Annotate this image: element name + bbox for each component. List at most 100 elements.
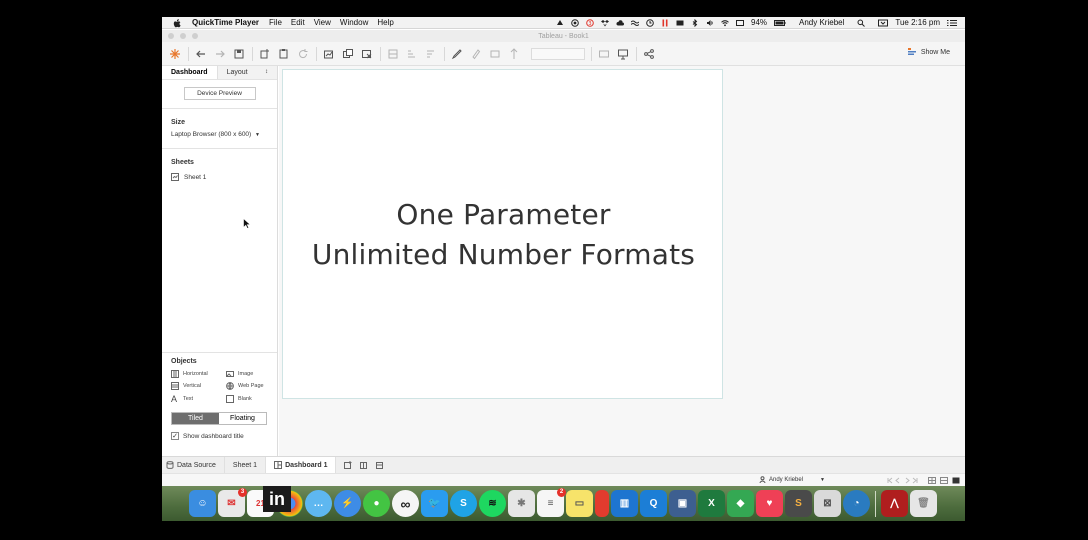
menu-file[interactable]: File [269,18,282,27]
spotify-icon[interactable]: ≋ [479,490,506,517]
trello-icon[interactable]: ▥ [611,490,638,517]
pagination-controls-icon[interactable] [886,477,926,484]
menu-view[interactable]: View [314,18,331,27]
quicktime-player-icon[interactable]: ◔ [843,490,870,517]
device-preview-button[interactable]: Device Preview [183,87,256,100]
sheet-list-item[interactable]: Sheet 1 [171,166,268,188]
new-worksheet-tab-icon[interactable] [344,461,352,469]
quicktime-icon[interactable]: Q [640,490,667,517]
size-dropdown[interactable]: Laptop Browser (800 x 600) ▼ [171,126,268,148]
paste-icon[interactable] [277,47,291,61]
menu-help[interactable]: Help [377,18,393,27]
menu-window[interactable]: Window [340,18,368,27]
object-horizontal[interactable]: Horizontal [171,370,226,378]
acrobat-icon[interactable]: ⋀ [881,490,908,517]
display-icon[interactable] [676,19,684,27]
share-icon[interactable] [642,47,656,61]
notes-icon[interactable]: ▭ [566,490,593,517]
highlight-icon[interactable] [450,47,464,61]
tab-layout[interactable]: Layout ↕ [216,66,277,79]
tabs-view-icon[interactable] [952,477,960,484]
clear-sheet-icon[interactable] [360,47,374,61]
trash-icon[interactable]: 🗑 [910,490,937,517]
search-icon[interactable] [857,19,866,27]
dropbox-icon[interactable] [601,19,609,27]
drive-icon[interactable] [556,19,564,27]
new-story-tab-icon[interactable] [376,461,384,469]
infinity-app-icon[interactable]: ∞ [392,490,419,517]
timer-icon[interactable] [646,18,654,27]
back-arrow-icon[interactable] [194,47,208,61]
pocket-icon[interactable]: ♥ [756,490,783,517]
sublime-text-icon[interactable]: S [785,490,812,517]
wifi-icon[interactable] [721,19,729,27]
facetime-icon[interactable]: ● [363,490,390,517]
presentation-mode-icon[interactable] [616,47,630,61]
new-datasource-icon[interactable] [258,47,272,61]
skype-icon[interactable]: S [450,490,477,517]
show-cards-icon[interactable] [597,47,611,61]
record-icon[interactable] [571,18,579,27]
sheet-tabs-bar: Data Source Sheet 1 Dashboard 1 [162,456,965,473]
messenger-icon[interactable]: ⚡ [334,490,361,517]
app-name[interactable]: QuickTime Player [192,18,259,27]
fix-axes-icon[interactable] [507,47,521,61]
clock[interactable]: Tue 2:16 pm [895,18,940,27]
messages-icon[interactable]: … [305,490,332,517]
object-web-page[interactable]: Web Page [226,382,281,390]
monitor-app-icon[interactable]: ▣ [669,490,696,517]
volume-icon[interactable] [706,19,714,27]
new-dashboard-tab-icon[interactable] [360,461,368,469]
feedly-icon[interactable]: ◆ [727,490,754,517]
screen-icon[interactable] [736,19,744,27]
sort-descending-icon[interactable] [424,47,438,61]
floating-button[interactable]: Floating [219,413,266,424]
tab-dashboard-1[interactable]: Dashboard 1 [266,457,337,473]
tab-dashboard[interactable]: Dashboard [162,66,217,79]
new-worksheet-icon[interactable] [322,47,336,61]
reminders-badge: 2 [557,488,566,497]
finder-icon[interactable]: ☺ [189,490,216,517]
bluetooth-icon[interactable] [691,18,699,27]
mail-app-icon[interactable]: ✉ 3 [218,488,247,517]
pause-icon[interactable] [661,19,669,27]
tab-data-source[interactable]: Data Source [162,457,225,473]
swap-icon[interactable] [386,47,400,61]
object-vertical[interactable]: Vertical [171,382,226,390]
labels-icon[interactable] [488,47,502,61]
pdf-app-icon[interactable] [595,490,609,517]
group-icon[interactable] [469,47,483,61]
grid-view-icon[interactable] [928,477,936,484]
object-image[interactable]: Image [226,370,281,378]
reminders-icon[interactable]: ≡ 2 [537,488,566,517]
preview-icon[interactable]: ⊠ [814,490,841,517]
duplicate-sheet-icon[interactable] [341,47,355,61]
save-icon[interactable] [232,47,246,61]
apple-icon[interactable] [172,18,182,28]
screen-share-icon[interactable] [878,19,889,27]
wave-icon[interactable] [631,19,639,27]
tiled-button[interactable]: Tiled [172,413,219,424]
dashboard-canvas[interactable]: One Parameter Unlimited Number Formats [282,69,723,399]
show-me-button[interactable]: Show Me [907,47,950,57]
menubar-user[interactable]: Andy Kriebel [799,18,844,27]
show-title-checkbox[interactable]: ✓ Show dashboard title [171,432,268,440]
list-icon[interactable] [947,19,957,27]
notification-icon[interactable]: 3 [586,18,594,27]
menu-edit[interactable]: Edit [291,18,305,27]
status-user[interactable]: Andy Kriebel ▼ [759,476,825,483]
object-blank[interactable]: Blank [226,394,281,404]
forward-arrow-icon[interactable] [213,47,227,61]
twitter-icon[interactable]: 🐦 [421,490,448,517]
snowflake-app-icon[interactable]: ✱ [508,490,535,517]
refresh-icon[interactable] [296,47,310,61]
cloud-icon[interactable] [616,19,624,27]
fit-dropdown[interactable] [531,47,585,60]
tab-sheet-1[interactable]: Sheet 1 [225,457,267,473]
sort-ascending-icon[interactable] [405,47,419,61]
battery-icon[interactable] [774,19,786,27]
excel-icon[interactable]: X [698,490,725,517]
tableau-logo-icon[interactable] [168,47,182,61]
filmstrip-view-icon[interactable] [940,477,948,484]
object-text[interactable]: A Text [171,394,226,404]
